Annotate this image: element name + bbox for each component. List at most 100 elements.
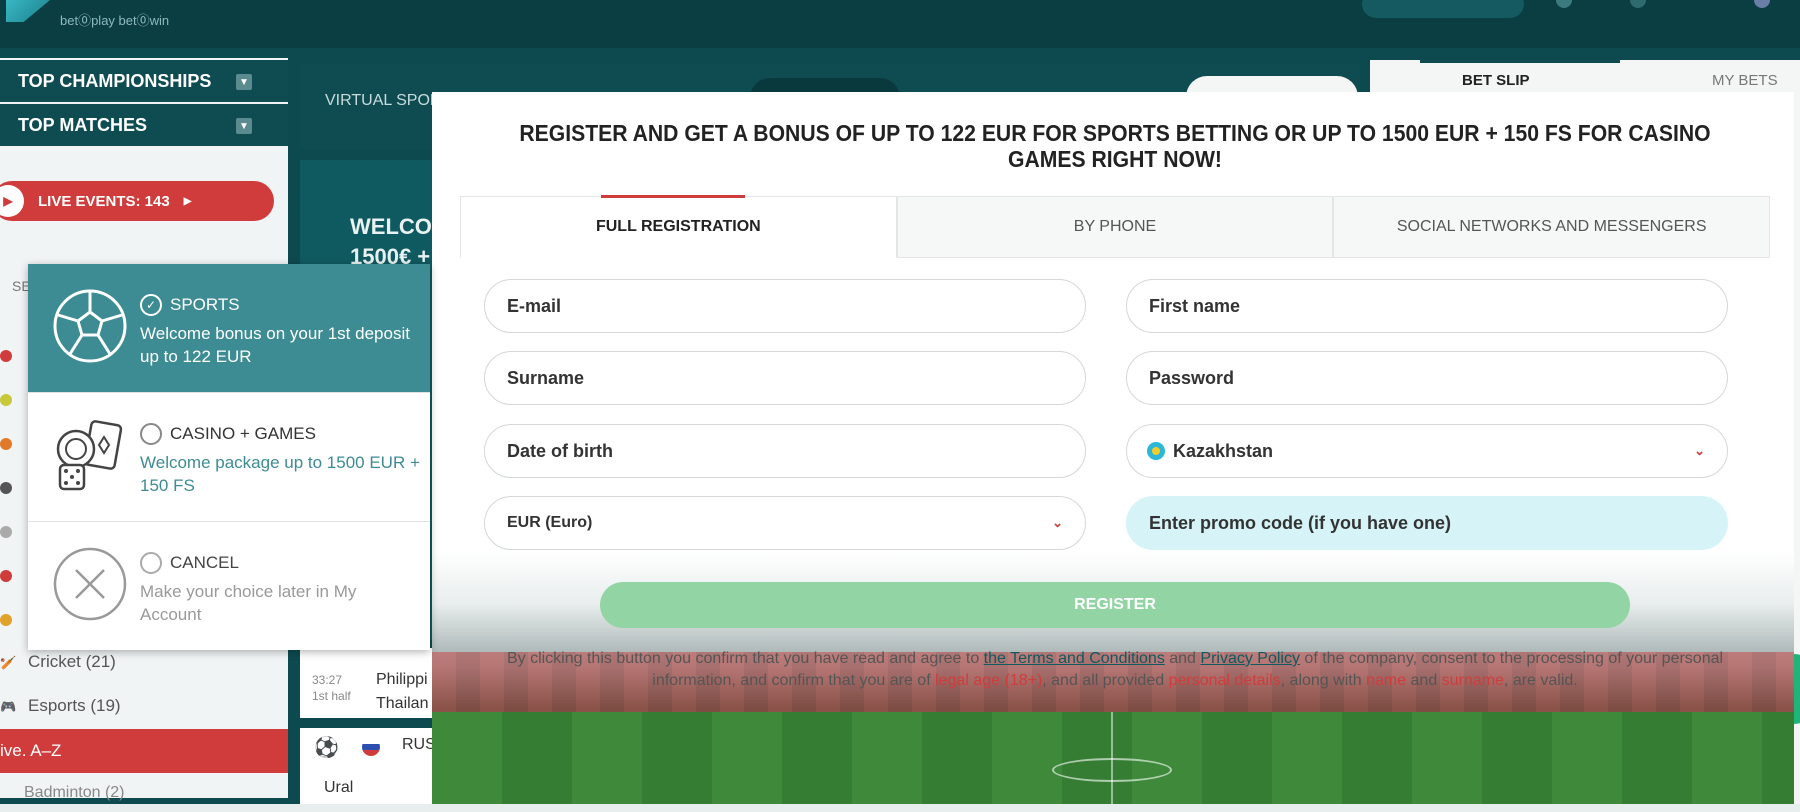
bonus-option-casino[interactable]: CASINO + GAMES Welcome package up to 150… <box>28 393 430 521</box>
radio-checked-icon[interactable]: ✓ <box>140 294 162 316</box>
registration-tabs: FULL REGISTRATION BY PHONE SOCIAL NETWOR… <box>460 195 1771 258</box>
volleyball-icon[interactable] <box>0 526 12 538</box>
legal-part: and <box>1406 672 1442 689</box>
email-placeholder: E-mail <box>507 295 562 316</box>
kazakhstan-flag-icon <box>1147 442 1165 460</box>
close-circle-icon <box>53 547 127 621</box>
radio-unchecked-icon[interactable] <box>140 552 162 574</box>
play-icon: ▶ <box>0 185 24 217</box>
user-icon[interactable] <box>1630 0 1646 8</box>
match-time: 33:27 1st half <box>312 672 351 704</box>
legal-text: By clicking this button you confirm that… <box>490 648 1740 692</box>
chevron-down-icon: ⌄ <box>1052 515 1063 530</box>
page-bottom-strip <box>0 804 1800 812</box>
arrow-right-icon: ▶ <box>183 195 192 207</box>
surname-field[interactable]: Surname <box>484 351 1086 405</box>
currency-value: EUR (Euro) <box>507 514 593 531</box>
country-select[interactable]: Kazakhstan ⌄ <box>1126 424 1728 478</box>
russia-flag-icon <box>362 738 380 756</box>
bonus-option-text: CASINO + GAMES Welcome package up to 150… <box>140 423 420 497</box>
language-flag-icon[interactable] <box>1754 0 1770 8</box>
casino-title: CASINO + GAMES <box>170 424 316 443</box>
password-field[interactable]: Password <box>1126 351 1728 405</box>
sports-title: SPORTS <box>170 295 240 314</box>
top-bar: bet⓪play bet⓪win <box>0 0 1800 48</box>
top-matches-header[interactable]: TOP MATCHES ▼ <box>0 104 288 146</box>
bonus-option-text: CANCEL Make your choice later in My Acco… <box>140 552 420 626</box>
esports-icon: 🎮 <box>0 699 17 714</box>
date-of-birth-field[interactable]: Date of birth <box>484 424 1086 478</box>
register-button[interactable]: REGISTER <box>600 582 1630 628</box>
chevron-down-icon[interactable]: ▼ <box>236 118 252 134</box>
tab-full-registration[interactable]: FULL REGISTRATION <box>460 195 897 258</box>
registration-form: REGISTER AND GET A BONUS OF UP TO 122 EU… <box>460 92 1771 762</box>
chevron-down-icon: ⌄ <box>1694 443 1705 458</box>
privacy-policy-link[interactable]: Privacy Policy <box>1200 650 1300 667</box>
team-name: Ural <box>324 779 354 796</box>
bonus-option-title: CANCEL <box>140 552 420 574</box>
tennis-icon[interactable] <box>0 394 12 406</box>
bet-slip-tab-indicator <box>1420 60 1620 63</box>
sidebar-item-cricket[interactable]: 🏏 Cricket (21) <box>0 652 116 672</box>
settings-icon[interactable] <box>1556 0 1572 8</box>
football-icon[interactable] <box>0 350 12 362</box>
casino-chips-cards-icon <box>56 420 123 491</box>
first-name-placeholder: First name <box>1149 295 1241 316</box>
live-events-button[interactable]: ▶ LIVE EVENTS: 143 ▶ <box>0 181 274 221</box>
password-placeholder: Password <box>1149 367 1235 388</box>
legal-part: , are valid. <box>1503 672 1578 689</box>
header-search-pill[interactable] <box>1362 0 1524 18</box>
casino-description: Welcome package up to 1500 EUR + 150 FS <box>140 453 420 495</box>
cancel-description: Make your choice later in My Account <box>140 582 357 624</box>
surname-placeholder: Surname <box>507 367 585 388</box>
sidebar-item-esports[interactable]: 🎮 Esports (19) <box>0 696 121 716</box>
match-half: 1st half <box>312 689 351 703</box>
bonus-option-title: CASINO + GAMES <box>140 423 420 445</box>
name-highlight: name <box>1366 672 1407 689</box>
cancel-title: CANCEL <box>170 553 239 572</box>
table-tennis-icon[interactable] <box>0 570 12 582</box>
bonus-choice-panel: ✓ SPORTS Welcome bonus on your 1st depos… <box>28 264 430 650</box>
tab-my-bets[interactable]: MY BETS <box>1712 72 1778 89</box>
tab-by-phone[interactable]: BY PHONE <box>896 196 1334 258</box>
top-championships-header[interactable]: TOP CHAMPIONSHIPS ▼ <box>0 60 288 102</box>
tab-bet-slip[interactable]: BET SLIP <box>1462 72 1530 89</box>
modal-title: REGISTER AND GET A BONUS OF UP TO 122 EU… <box>519 120 1711 172</box>
legal-part: , along with <box>1280 672 1367 689</box>
handball-icon[interactable] <box>0 614 12 626</box>
bonus-option-title: ✓ SPORTS <box>140 294 420 316</box>
soccer-ball-icon <box>53 289 127 363</box>
team-name: Thailan <box>376 695 429 712</box>
dob-placeholder: Date of birth <box>507 440 613 461</box>
sidebar-item-badminton[interactable]: Badminton (2) <box>24 784 125 802</box>
live-az-bar[interactable]: ive. A–Z <box>0 729 288 773</box>
terms-link[interactable]: the Terms and Conditions <box>984 650 1165 667</box>
bonus-option-sports[interactable]: ✓ SPORTS Welcome bonus on your 1st depos… <box>28 264 430 392</box>
legal-part: and <box>1164 650 1201 667</box>
top-matches-label: TOP MATCHES <box>18 114 148 135</box>
sports-description: Welcome bonus on your 1st deposit up to … <box>140 324 410 366</box>
chevron-down-icon[interactable]: ▼ <box>236 74 252 90</box>
sidebar-item-label: Cricket (21) <box>28 652 116 671</box>
bonus-option-cancel[interactable]: CANCEL Make your choice later in My Acco… <box>28 522 430 650</box>
radio-unchecked-icon[interactable] <box>140 423 162 445</box>
league-name: RUS <box>402 736 436 753</box>
match-teams: Philippi Thailan <box>376 668 428 716</box>
virtual-sports-link[interactable]: VIRTUAL SPOR <box>325 92 441 110</box>
registration-modal: REGISTER AND GET A BONUS OF UP TO 122 EU… <box>432 92 1794 812</box>
logo-tagline: bet⓪play bet⓪win <box>60 13 170 28</box>
surname-highlight: surname <box>1441 672 1504 689</box>
logo-icon[interactable] <box>6 0 50 22</box>
currency-select[interactable]: EUR (Euro) ⌄ <box>484 496 1086 550</box>
bonus-option-text: ✓ SPORTS Welcome bonus on your 1st depos… <box>140 294 420 368</box>
top-championships-label: TOP CHAMPIONSHIPS <box>18 70 212 91</box>
first-name-field[interactable]: First name <box>1126 279 1728 333</box>
sidebar-item-label: Esports (19) <box>28 696 121 715</box>
tab-social-networks[interactable]: SOCIAL NETWORKS AND MESSENGERS <box>1333 196 1771 258</box>
email-field[interactable]: E-mail <box>484 279 1086 333</box>
basketball-icon[interactable] <box>0 438 12 450</box>
promo-code-field[interactable]: Enter promo code (if you have one) <box>1126 496 1728 550</box>
live-events-label: LIVE EVENTS: 143 <box>38 192 170 210</box>
hockey-icon[interactable] <box>0 482 12 494</box>
cricket-icon: 🏏 <box>0 655 17 670</box>
